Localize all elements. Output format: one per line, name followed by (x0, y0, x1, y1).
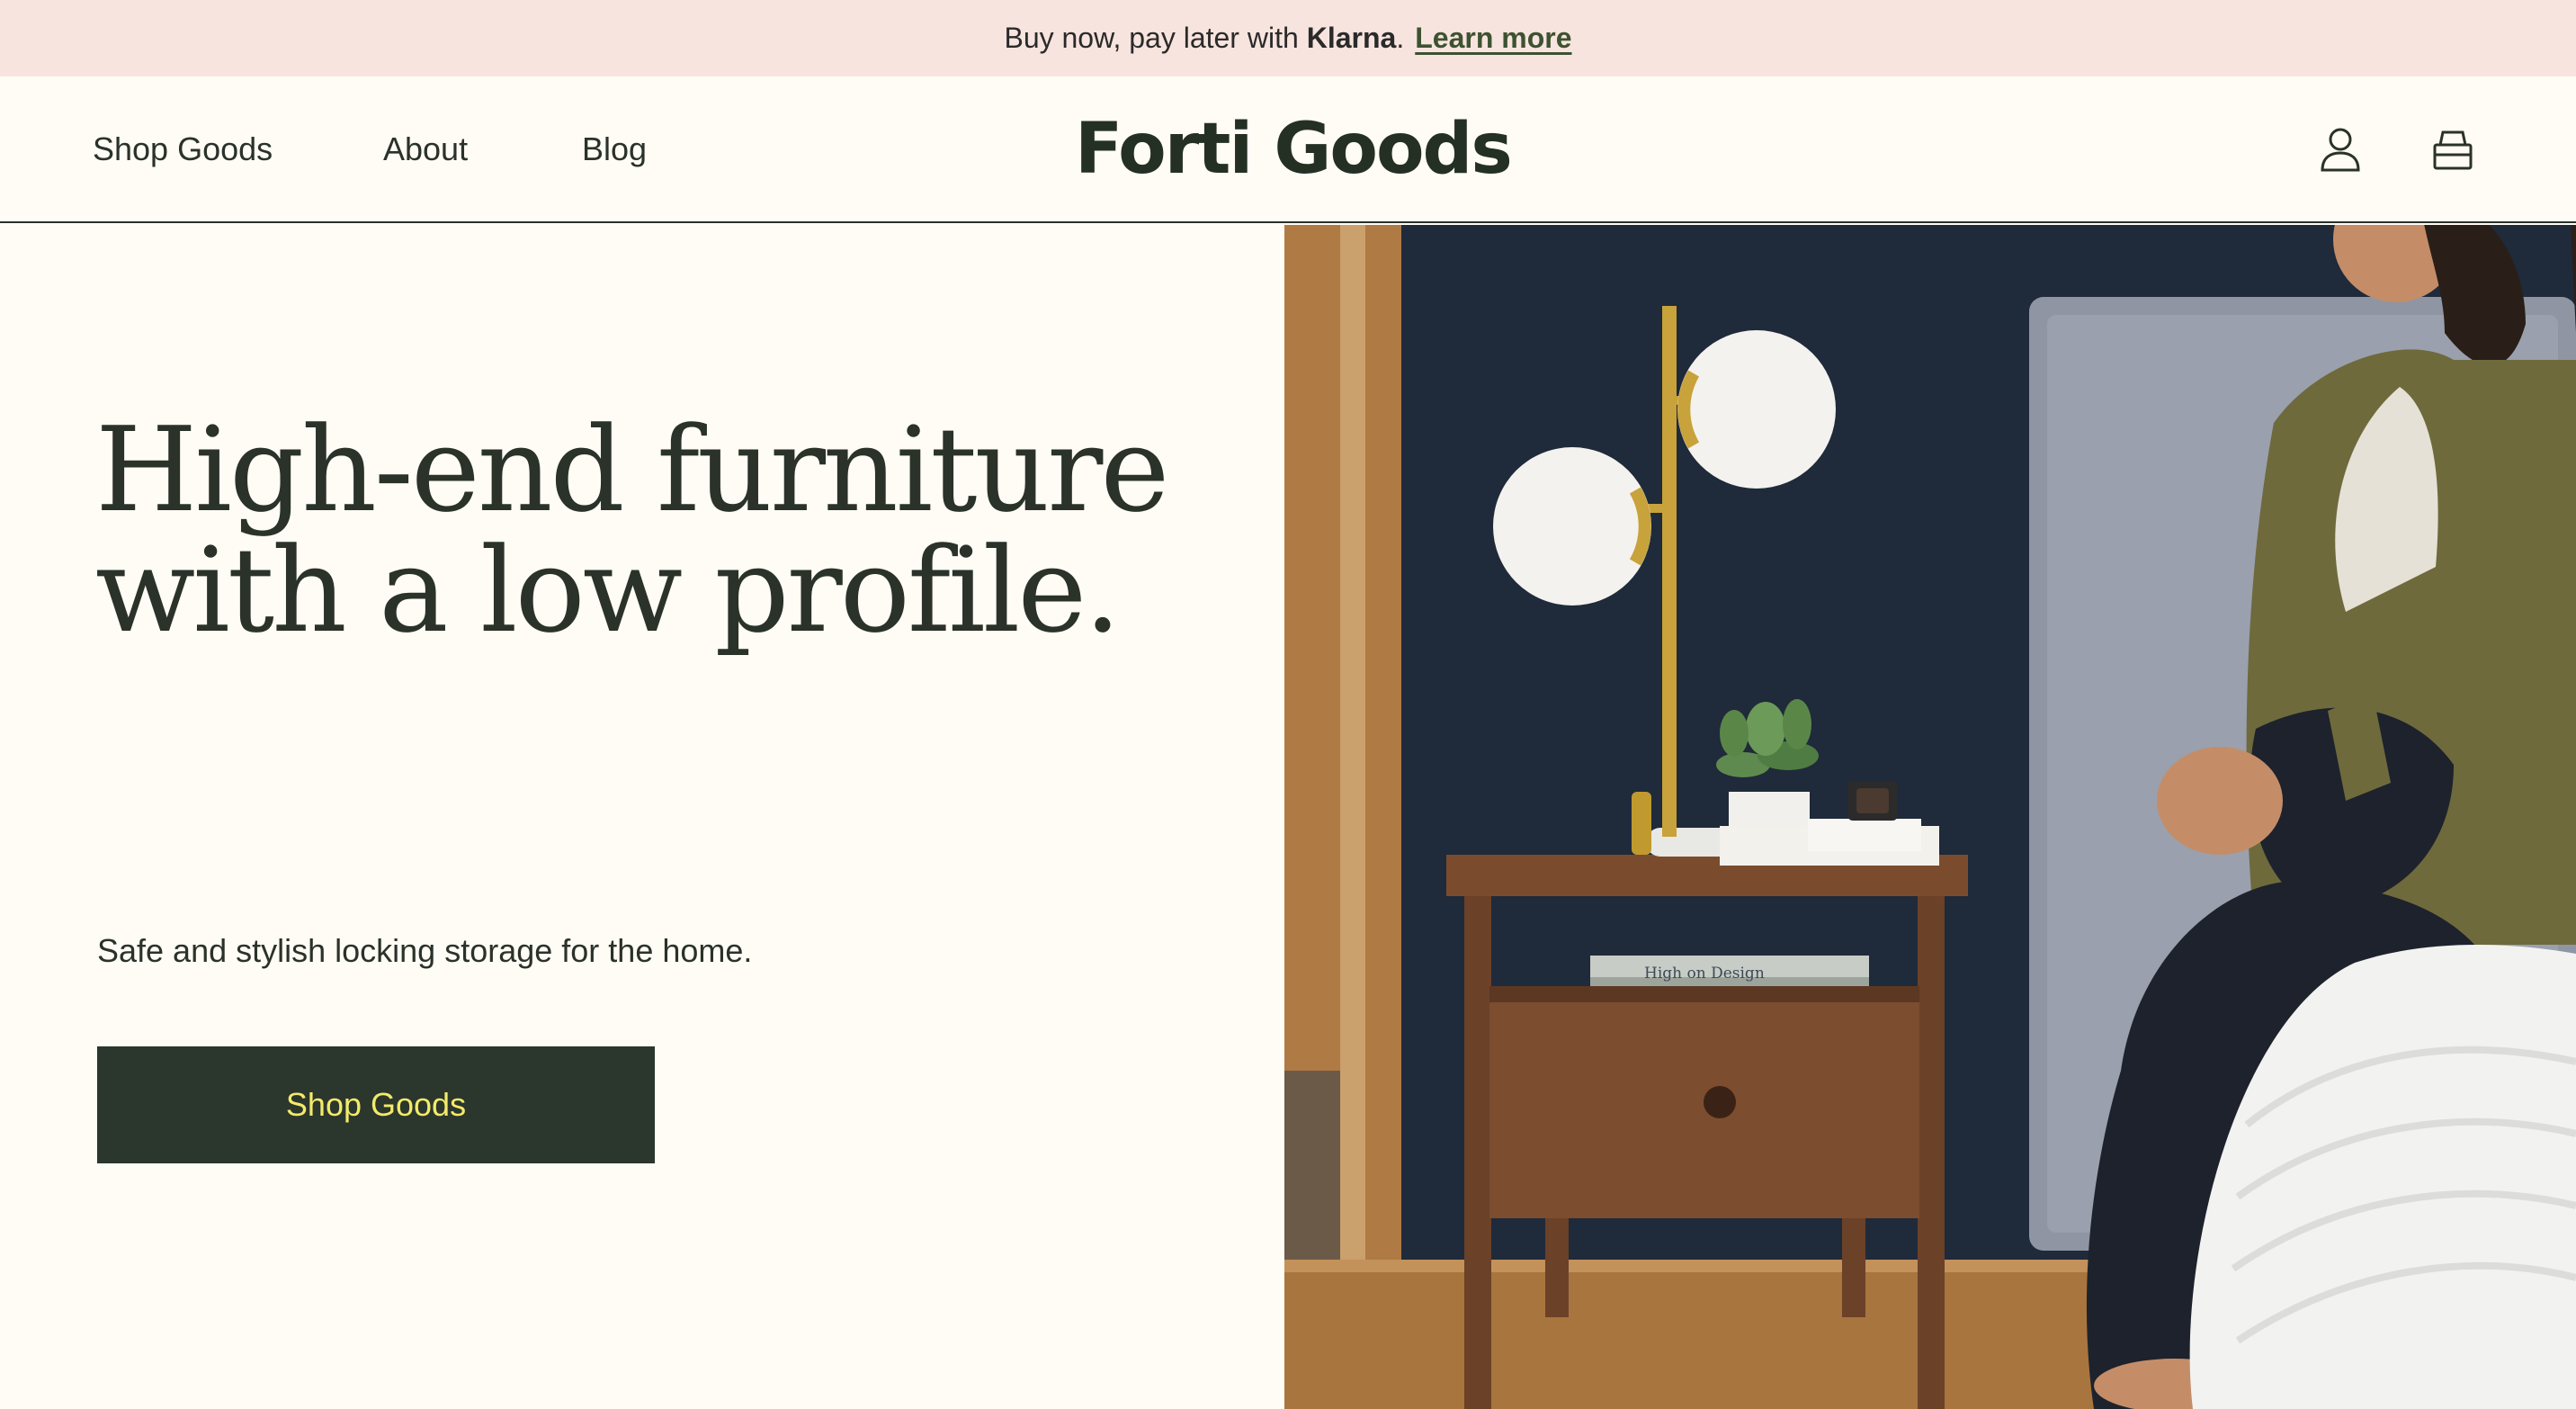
klarna-brand: Klarna (1306, 22, 1397, 54)
site-header: Shop Goods About Blog Forti Goods (0, 76, 2576, 223)
hero-headline: High-end furniture with a low profile. (95, 409, 1175, 651)
cart-icon[interactable] (2432, 127, 2473, 172)
learn-more-link[interactable]: Learn more (1415, 22, 1571, 55)
book-title: High on Design (1644, 965, 1765, 983)
hero-subhead: Safe and stylish locking storage for the… (97, 932, 753, 969)
nav-blog[interactable]: Blog (582, 130, 647, 168)
bedroom-scene-image: High on Design (1284, 225, 2576, 1409)
site-logo[interactable]: Forti Goods (1075, 114, 1513, 184)
promo-bar: Buy now, pay later with Klarna. Learn mo… (0, 0, 2576, 76)
promo-text: Buy now, pay later with (1004, 22, 1299, 54)
shop-goods-button[interactable]: Shop Goods (97, 1046, 655, 1163)
hero-photo: High on Design (1284, 225, 2576, 1409)
hero-headline-line-1: High-end furniture (95, 401, 1169, 538)
account-icon[interactable] (2320, 127, 2361, 172)
nav-about[interactable]: About (383, 130, 468, 168)
nav-shop-goods[interactable]: Shop Goods (93, 130, 273, 168)
hero-headline-line-2: with a low profile. (95, 522, 1122, 659)
